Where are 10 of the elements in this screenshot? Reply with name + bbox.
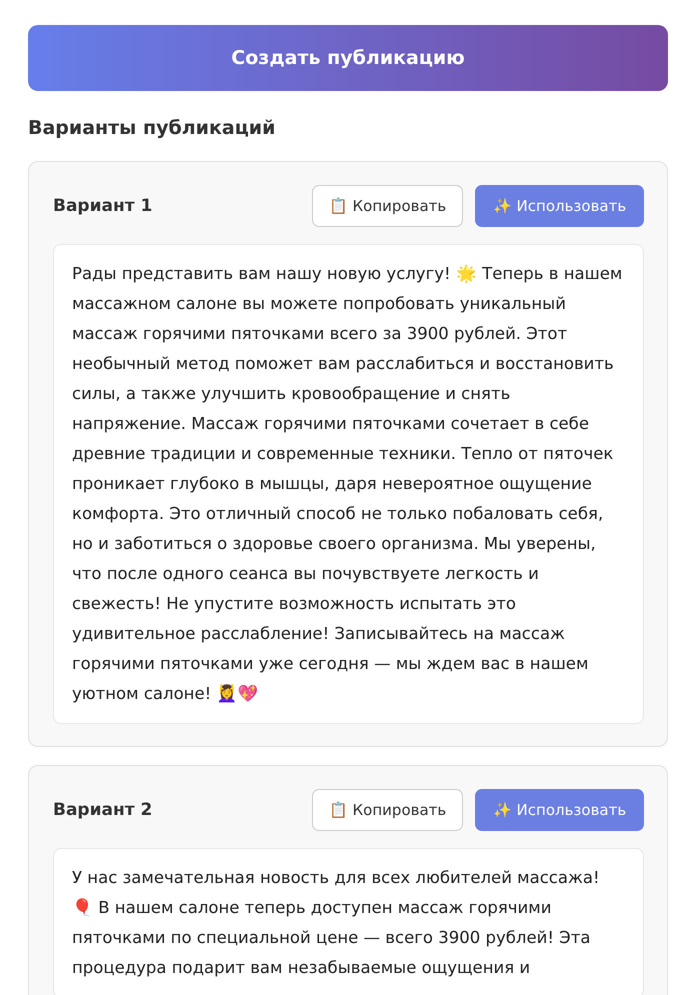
variant-title: Вариант 1 [53,196,152,216]
variant-title: Вариант 2 [53,800,152,820]
create-post-button[interactable]: Создать публикацию [28,25,668,91]
post-text: У нас замечательная новость для всех любителей массажа! 🎈 В нашем салоне теперь доступен массаж горячими пяточками по специальной цене — всего 3900 рублей! Эта процедура подарит вам незабываемые ощущения и [72,867,601,979]
post-text: Рады представить вам нашу новую услугу! 🌟 Теперь в нашем массажном салоне вы можете попробовать уникальный массаж горячими пяточками всего за 3900 рублей. Этот необычный метод поможет вам расслабиться и восстановить силы, а также улучшить кровообращение и снять напряжение. Массаж горячими пяточками сочетает в себе древние традиции и современные техники. Тепло от пяточек проникает глубоко в мышцы, даря невероятное ощущение комфорта. Это отличный способ не только побаловать себя, но и заботиться о здоровье своего организма. Мы уверены, что после одного сеанса вы почувствуете легкость и свежесть! Не упустите возможность испытать это удивительное расслабление! Записывайтесь на массаж горячими пяточками уже сегодня — мы ждем вас в нашем уютном салоне! 💆‍♀💖 [72,263,624,705]
copy-button[interactable]: 📋 Копировать [312,185,463,227]
use-button[interactable]: ✨ Использовать [475,185,644,227]
use-button[interactable]: ✨ Использовать [475,789,644,831]
copy-button[interactable]: 📋 Копировать [312,789,463,831]
section-title: Варианты публикаций [28,117,276,139]
